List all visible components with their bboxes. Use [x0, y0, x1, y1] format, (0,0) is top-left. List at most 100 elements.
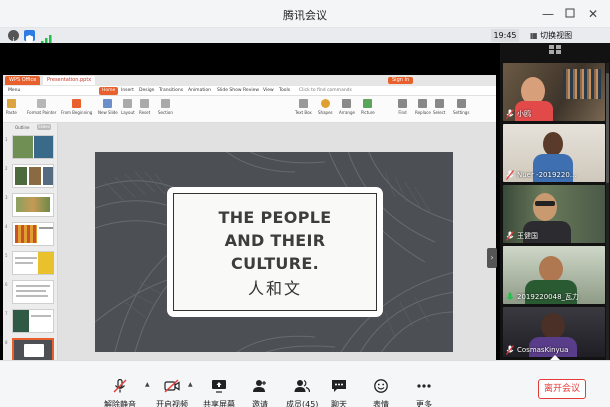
slide-thumbnail[interactable] [12, 193, 54, 217]
picture-button[interactable]: Picture [361, 99, 375, 115]
slide-thumbnail[interactable] [12, 280, 54, 304]
screen-share-icon [212, 380, 226, 393]
leave-meeting-button[interactable]: 离开会议 [538, 379, 586, 399]
chevron-up-icon[interactable]: ▲ [188, 381, 193, 388]
menu-item[interactable]: Insert [121, 87, 134, 95]
menu-item[interactable]: Tools [279, 87, 290, 95]
participant-name: 小鸥 [517, 109, 531, 118]
reactions-label: 表情 [373, 400, 389, 407]
menu-item-home[interactable]: Home [99, 87, 119, 95]
participant-tile[interactable]: 小鸥 [503, 63, 605, 121]
menu-item[interactable]: Animation [188, 87, 211, 95]
slide-number: 7 [5, 311, 8, 316]
participant-tile[interactable]: Nuer -2019220... [503, 124, 605, 182]
members-button[interactable]: 成员(45) [286, 378, 318, 407]
slide-thumbnail[interactable] [12, 135, 54, 159]
slides-panel: Outline Slides 1 2 3 4 5 6 7 8 [3, 123, 58, 385]
slide-number: 6 [5, 282, 8, 287]
slide-thumbnail[interactable] [12, 222, 54, 246]
slides-tab[interactable]: Slides [37, 124, 51, 130]
slide-thumbnail[interactable] [12, 251, 54, 275]
slide-thumbnail[interactable] [12, 164, 54, 188]
title-card: THE PEOPLE AND THEIR CULTURE. 人和文 [167, 187, 383, 317]
menu-item[interactable]: Slide Show [217, 87, 242, 95]
maximize-icon[interactable] [562, 6, 578, 22]
camera-off-icon [164, 379, 180, 393]
participant-scrollbar[interactable] [606, 63, 609, 360]
from-beginning-button[interactable]: From Beginning [61, 99, 92, 115]
slide-number: 8 [5, 340, 8, 345]
slide-number: 5 [5, 253, 8, 258]
wps-doc-tab[interactable]: Presentation.pptx [43, 76, 96, 85]
more-icon [417, 384, 431, 388]
meeting-time: 19:45 [491, 29, 519, 42]
unmute-button[interactable]: 解除静音 [104, 378, 136, 407]
format-painter-button[interactable]: Format Painter [27, 99, 56, 115]
mic-muted-icon [506, 344, 514, 355]
close-icon[interactable]: ✕ [585, 6, 601, 22]
find-button[interactable]: Find [398, 99, 407, 115]
more-button[interactable]: 更多 [416, 378, 432, 407]
shapes-button[interactable]: Shapes [318, 99, 333, 115]
start-video-button[interactable]: 开启视频 [156, 378, 188, 407]
minimize-icon[interactable]: — [540, 6, 556, 22]
mic-muted-icon [506, 169, 514, 180]
participant-face [541, 313, 565, 339]
menu-item[interactable]: Menu [8, 87, 20, 95]
participant-tile[interactable]: 王健国 [503, 185, 605, 243]
chevron-right-icon[interactable]: › [487, 248, 497, 268]
menu-item[interactable]: Design [139, 87, 155, 95]
tencent-meeting-window: 腾讯会议 — ✕ i 19:45 ▦ 切换视图 WPS Office Prese… [0, 0, 610, 407]
command-search[interactable]: Click to find commands [299, 87, 352, 95]
current-slide[interactable]: THE PEOPLE AND THEIR CULTURE. 人和文 [95, 152, 453, 352]
select-icon [434, 99, 444, 108]
slide-thumbnail[interactable] [12, 309, 54, 333]
meeting-toolbar: 解除静音 ▲ 开启视频 ▲ 共享屏幕 邀请 成员(45) 聊天 表情 更多 离开… [0, 360, 610, 407]
settings-button[interactable]: Settings [453, 99, 469, 115]
scrollbar-thumb[interactable] [606, 73, 609, 183]
wps-ribbon: Paste Format Painter From Beginning New … [3, 96, 496, 123]
wps-sign-in-button[interactable]: Sign In [388, 77, 414, 84]
switch-view-button[interactable]: ▦ 切换视图 [530, 29, 572, 42]
menu-item[interactable]: Transitions [159, 87, 183, 95]
section-button[interactable]: Section [158, 99, 173, 115]
window-title: 腾讯会议 [283, 9, 327, 22]
menu-item[interactable]: Review [243, 87, 259, 95]
new-slide-button[interactable]: New Slide [98, 99, 118, 115]
menu-item[interactable]: View [263, 87, 274, 95]
share-screen-button[interactable]: 共享屏幕 [203, 378, 235, 407]
slide-canvas: THE PEOPLE AND THEIR CULTURE. 人和文 [58, 123, 496, 385]
select-button[interactable]: Select [433, 99, 445, 115]
smiley-icon [374, 379, 388, 393]
chevron-up-icon[interactable]: ▲ [145, 381, 150, 388]
reset-icon [140, 99, 150, 108]
meeting-info-bar: i 19:45 ▦ 切换视图 [0, 28, 610, 45]
invite-button[interactable]: 邀请 [252, 378, 268, 407]
paste-button[interactable]: Paste [6, 99, 17, 115]
security-shield-icon[interactable] [24, 30, 35, 44]
replace-button[interactable]: Replace [415, 99, 431, 115]
layout-icon [123, 99, 133, 108]
reactions-button[interactable]: 表情 [373, 378, 389, 407]
text-box-button[interactable]: Text Box [295, 99, 312, 115]
participant-tile[interactable]: CosmasKinyua [503, 307, 605, 357]
grid-icon[interactable] [500, 43, 610, 63]
arrange-button[interactable]: Arrange [339, 99, 355, 115]
bookshelf [563, 69, 601, 99]
chat-button[interactable]: 聊天 [331, 378, 347, 407]
info-icon[interactable]: i [8, 30, 19, 45]
text-box-icon [298, 99, 308, 108]
mic-off-icon [113, 378, 127, 393]
participant-tile-speaking[interactable]: 2019220048_瓦力 [503, 246, 605, 304]
slide-thumbnail-selected[interactable] [12, 338, 54, 362]
invite-label: 邀请 [252, 400, 268, 407]
start-video-label: 开启视频 [156, 400, 188, 407]
outline-tab[interactable]: Outline [15, 125, 29, 130]
brush-icon [37, 99, 47, 108]
reset-button[interactable]: Reset [139, 99, 150, 115]
title-card-frame: THE PEOPLE AND THEIR CULTURE. 人和文 [173, 193, 377, 311]
share-screen-label: 共享屏幕 [203, 400, 235, 407]
participant-name: 王健国 [517, 231, 538, 240]
wps-home-tab[interactable]: WPS Office [5, 76, 41, 85]
layout-button[interactable]: Layout [121, 99, 135, 115]
